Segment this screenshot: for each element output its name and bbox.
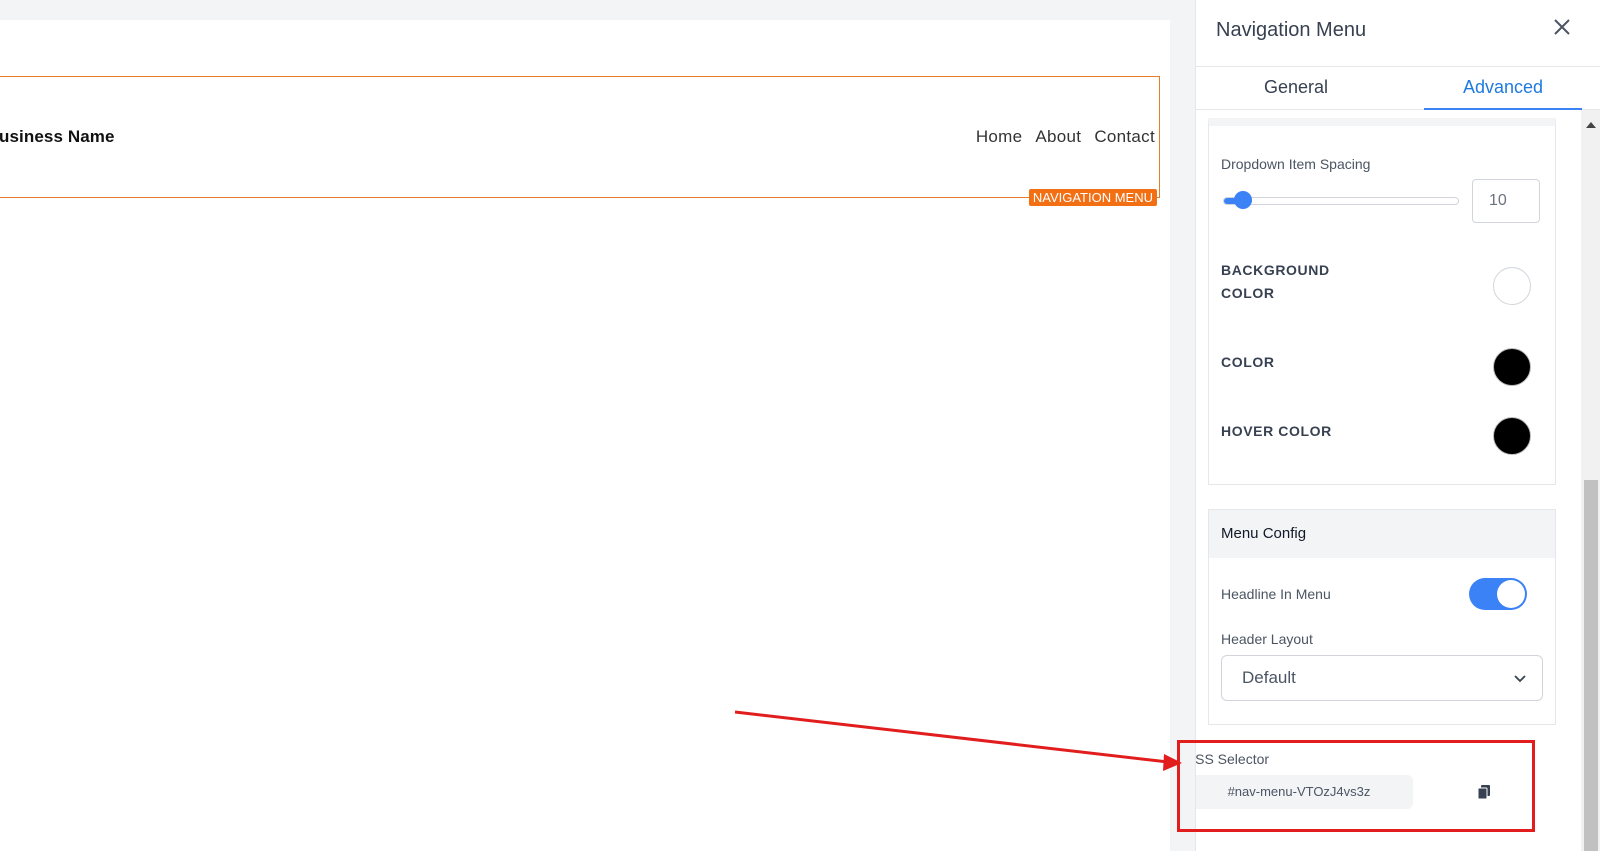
background-color-label: BACKGROUND COLOR bbox=[1221, 262, 1330, 301]
menu-config-card: Menu Config Headline In Menu Header Layo… bbox=[1208, 509, 1556, 725]
copy-button[interactable] bbox=[1476, 784, 1492, 800]
background-color-swatch[interactable] bbox=[1493, 267, 1531, 305]
menu-config-heading[interactable]: Menu Config bbox=[1209, 510, 1555, 558]
header-layout-select[interactable]: Default bbox=[1221, 655, 1543, 701]
dropdown-item-spacing-label: Dropdown Item Spacing bbox=[1221, 156, 1371, 172]
navigation-menu-element[interactable]: usiness Name Home About Contact NAVIGATI… bbox=[0, 76, 1160, 206]
copy-icon bbox=[1477, 785, 1490, 800]
dropdown-style-card: Dropdown Item Spacing 10 BACKGROUND COLO… bbox=[1208, 118, 1556, 485]
header-layout-label: Header Layout bbox=[1221, 631, 1313, 647]
scrollbar-thumb[interactable] bbox=[1584, 480, 1598, 851]
css-selector-label: CSS Selector bbox=[1196, 751, 1270, 767]
color-label: COLOR bbox=[1221, 354, 1275, 370]
menu-link-home[interactable]: Home bbox=[976, 127, 1023, 147]
tab-general[interactable]: General bbox=[1196, 67, 1396, 108]
menu-link-contact[interactable]: Contact bbox=[1094, 127, 1155, 147]
header-layout-value: Default bbox=[1242, 668, 1296, 687]
panel-scrollbar[interactable] bbox=[1581, 110, 1600, 851]
toggle-knob bbox=[1497, 580, 1525, 608]
chevron-down-icon bbox=[1514, 675, 1526, 683]
headline-in-menu-toggle[interactable] bbox=[1469, 578, 1527, 610]
settings-panel: Navigation Menu General Advanced Dropdow… bbox=[1195, 0, 1600, 851]
menu-links: Home About Contact bbox=[976, 127, 1155, 147]
dropdown-item-spacing-slider[interactable] bbox=[1223, 197, 1459, 205]
headline-in-menu-label: Headline In Menu bbox=[1221, 586, 1331, 602]
editor-canvas[interactable]: usiness Name Home About Contact NAVIGATI… bbox=[0, 20, 1170, 851]
hover-color-swatch[interactable] bbox=[1493, 417, 1531, 455]
color-swatch[interactable] bbox=[1493, 348, 1531, 386]
dropdown-item-spacing-input[interactable]: 10 bbox=[1472, 179, 1540, 223]
close-button[interactable] bbox=[1551, 16, 1573, 38]
slider-thumb[interactable] bbox=[1234, 191, 1252, 209]
css-selector-field[interactable]: #nav-menu-VTOzJ4vs3z bbox=[1196, 775, 1413, 809]
hover-color-label: HOVER COLOR bbox=[1221, 423, 1332, 439]
menu-link-about[interactable]: About bbox=[1035, 127, 1081, 147]
panel-header: Navigation Menu bbox=[1196, 0, 1600, 67]
panel-scroll-area: Dropdown Item Spacing 10 BACKGROUND COLO… bbox=[1196, 110, 1581, 851]
tab-advanced[interactable]: Advanced bbox=[1424, 67, 1582, 110]
panel-tabs: General Advanced bbox=[1196, 67, 1600, 110]
panel-title: Navigation Menu bbox=[1216, 19, 1367, 41]
business-name: usiness Name bbox=[0, 127, 115, 146]
scroll-up-icon[interactable] bbox=[1586, 122, 1596, 128]
close-icon bbox=[1554, 19, 1570, 35]
element-type-badge: NAVIGATION MENU bbox=[1028, 189, 1157, 206]
